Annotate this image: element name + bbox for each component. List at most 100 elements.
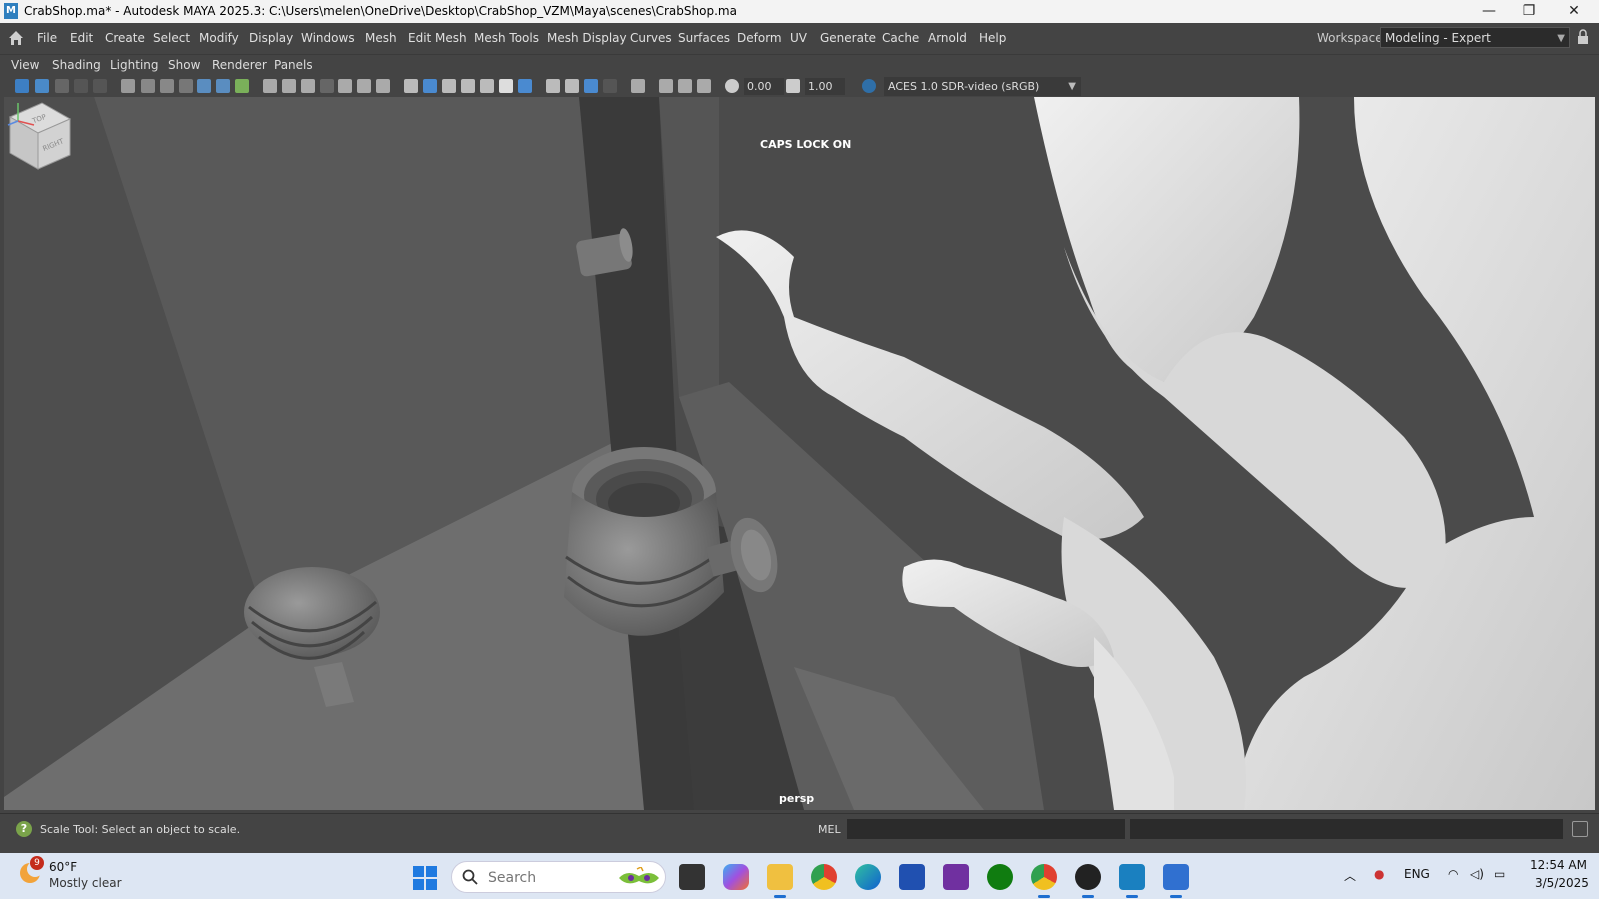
file-explorer-icon[interactable] (767, 864, 793, 898)
taskbar-search[interactable] (451, 861, 666, 893)
weather-description[interactable]: Mostly clear (49, 876, 122, 890)
grease-pencil-icon[interactable] (121, 79, 135, 93)
panel-menu-panels[interactable]: Panels (274, 58, 313, 72)
search-input[interactable] (486, 868, 610, 888)
backface-culling-icon[interactable] (697, 79, 711, 93)
move-manip-icon[interactable] (216, 79, 230, 93)
grid-icon[interactable] (263, 79, 277, 93)
volume-icon[interactable]: ◁) (1470, 867, 1484, 881)
camera-icon[interactable] (141, 79, 155, 93)
panel-menu-renderer[interactable]: Renderer (212, 58, 267, 72)
menu-windows[interactable]: Windows (301, 31, 355, 45)
transform-manip-icon[interactable] (197, 79, 211, 93)
camera-attributes-icon[interactable] (35, 79, 49, 93)
menu-surfaces[interactable]: Surfaces (678, 31, 730, 45)
safe-action-icon[interactable] (357, 79, 371, 93)
menu-mesh-tools[interactable]: Mesh Tools (474, 31, 539, 45)
menu-generate[interactable]: Generate (820, 31, 876, 45)
textured-icon[interactable] (461, 79, 475, 93)
maya-taskbar-icon[interactable] (1119, 864, 1145, 898)
menu-uv[interactable]: UV (790, 31, 807, 45)
field-chart-icon[interactable] (338, 79, 352, 93)
multisample-aa-icon[interactable] (584, 79, 598, 93)
bookmark-flag-icon[interactable] (179, 79, 193, 93)
wifi-icon[interactable]: ◠ (1448, 867, 1458, 881)
film-gate-icon[interactable] (282, 79, 296, 93)
chrome-icon[interactable] (811, 864, 837, 890)
workspace-dropdown[interactable]: Modeling - Expert ▼ (1380, 27, 1570, 48)
exposure-field[interactable]: 0.00 (744, 78, 784, 95)
menu-curves[interactable]: Curves (630, 31, 672, 45)
menu-mesh-display[interactable]: Mesh Display (547, 31, 627, 45)
menu-create[interactable]: Create (105, 31, 145, 45)
battery-icon[interactable]: ▭ (1494, 867, 1505, 881)
xray-joints-icon[interactable] (659, 79, 673, 93)
close-button[interactable]: ✕ (1552, 0, 1596, 23)
viewport-3d[interactable]: CAPS LOCK ON TOP RIGHT persp (4, 97, 1595, 810)
microsoft-store-icon[interactable] (899, 864, 925, 890)
motion-blur-icon[interactable] (565, 79, 579, 93)
input-language[interactable]: ENG (1404, 867, 1430, 881)
gate-mask-icon[interactable] (320, 79, 334, 93)
snipping-tool-icon[interactable] (1163, 864, 1189, 898)
depth-of-field-icon[interactable] (603, 79, 617, 93)
task-view-icon[interactable] (679, 864, 705, 890)
image-plane-icon[interactable] (74, 79, 88, 93)
clock-date[interactable]: 3/5/2025 (1535, 876, 1589, 890)
wireframe-on-shaded-icon[interactable] (442, 79, 456, 93)
command-line-input[interactable] (847, 819, 1125, 839)
chrome-profile-icon[interactable] (1031, 864, 1057, 898)
resolution-gate-icon[interactable] (301, 79, 315, 93)
color-management-icon[interactable] (862, 79, 876, 93)
shadows-icon[interactable] (518, 79, 532, 93)
xray-icon[interactable] (480, 79, 494, 93)
gamma-field[interactable]: 1.00 (805, 78, 845, 95)
snapshot-icon[interactable] (160, 79, 174, 93)
show-hidden-icons-icon[interactable]: ︿ (1344, 867, 1356, 884)
maximize-button[interactable]: ❐ (1507, 0, 1551, 23)
command-language-toggle[interactable]: MEL (818, 823, 841, 836)
smooth-shade-icon[interactable] (423, 79, 437, 93)
isolate-select-icon[interactable] (631, 79, 645, 93)
network-alert-icon[interactable]: ● (1374, 867, 1384, 881)
minimize-button[interactable]: — (1467, 0, 1511, 23)
windows-start-icon[interactable] (413, 866, 437, 890)
edge-icon[interactable] (855, 864, 881, 890)
panel-menu-shading[interactable]: Shading (52, 58, 101, 72)
menu-file[interactable]: File (37, 31, 57, 45)
exposure-reset-icon[interactable] (725, 79, 739, 93)
menu-modify[interactable]: Modify (199, 31, 239, 45)
home-icon[interactable] (8, 30, 24, 46)
ambient-occlusion-icon[interactable] (546, 79, 560, 93)
gamma-reset-icon[interactable] (786, 79, 800, 93)
use-all-lights-icon[interactable] (499, 79, 513, 93)
menu-display[interactable]: Display (249, 31, 293, 45)
menu-edit-mesh[interactable]: Edit Mesh (408, 31, 467, 45)
menu-select[interactable]: Select (153, 31, 190, 45)
menu-edit[interactable]: Edit (70, 31, 93, 45)
teams-icon[interactable] (943, 864, 969, 890)
select-camera-icon[interactable] (15, 79, 29, 93)
panel-menu-lighting[interactable]: Lighting (110, 58, 159, 72)
menu-mesh[interactable]: Mesh (365, 31, 397, 45)
color-space-dropdown[interactable]: ACES 1.0 SDR-video (sRGB) ▼ (884, 77, 1081, 96)
script-editor-icon[interactable] (1572, 821, 1588, 837)
safe-title-icon[interactable] (376, 79, 390, 93)
xray-active-icon[interactable] (678, 79, 692, 93)
perforce-icon[interactable] (1075, 864, 1101, 898)
menu-cache[interactable]: Cache (882, 31, 919, 45)
xbox-icon[interactable] (987, 864, 1013, 890)
menu-arnold[interactable]: Arnold (928, 31, 967, 45)
menu-deform[interactable]: Deform (737, 31, 782, 45)
panel-menu-show[interactable]: Show (168, 58, 200, 72)
weather-temperature[interactable]: 60°F (49, 860, 77, 874)
wireframe-icon[interactable] (404, 79, 418, 93)
bookmark-icon[interactable] (55, 79, 69, 93)
menu-help[interactable]: Help (979, 31, 1006, 45)
panel-menu-view[interactable]: View (11, 58, 39, 72)
2d-pan-zoom-icon[interactable] (93, 79, 107, 93)
copilot-icon[interactable] (723, 864, 749, 890)
lock-icon[interactable] (1577, 29, 1589, 45)
paint-icon[interactable] (235, 79, 249, 93)
clock-time[interactable]: 12:54 AM (1530, 858, 1587, 872)
